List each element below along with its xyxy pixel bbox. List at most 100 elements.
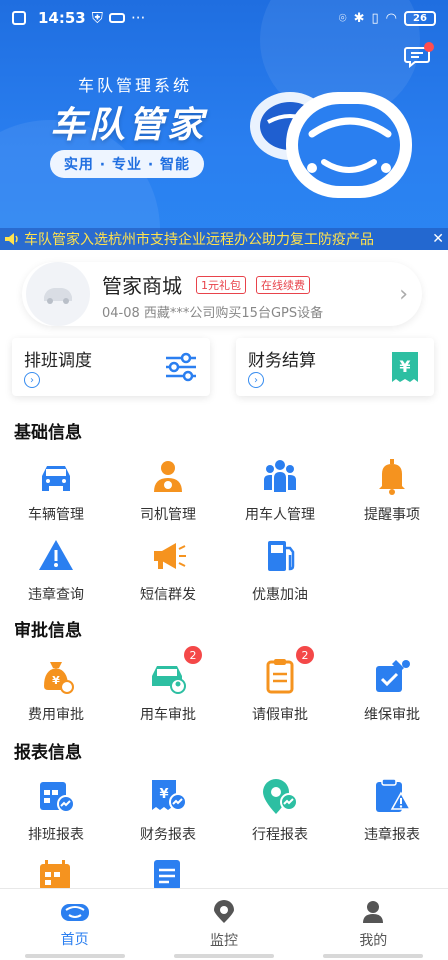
badge-count: 2 bbox=[184, 646, 202, 664]
grid-item-driver[interactable]: 司机管理 bbox=[112, 456, 224, 524]
section-title-basic: 基础信息 bbox=[14, 423, 82, 443]
grid-label: 司机管理 bbox=[140, 507, 196, 523]
nav-label: 我的 bbox=[359, 932, 388, 949]
money-bag-icon: ¥ bbox=[44, 662, 74, 694]
bluetooth-icon: ✱ bbox=[353, 10, 365, 26]
sliders-icon bbox=[166, 352, 196, 382]
grid-item-schedule-report[interactable]: 排班报表 bbox=[0, 776, 112, 844]
document-icon[interactable] bbox=[148, 858, 188, 888]
location-icon: ⌾ bbox=[338, 10, 347, 26]
car-mascot-logo bbox=[250, 92, 412, 198]
finance-card[interactable]: 财务结算 › ¥ bbox=[236, 338, 434, 396]
clipboard-warning-icon bbox=[376, 778, 412, 812]
finance-label: 财务结算 bbox=[248, 351, 316, 371]
dispatch-card[interactable]: 排班调度 › bbox=[12, 338, 210, 396]
car-approval-icon-wrap: 2 bbox=[148, 646, 202, 696]
badge-count: 2 bbox=[296, 646, 314, 664]
battery-icon: 26 bbox=[404, 10, 436, 26]
grid-label: 违章报表 bbox=[364, 827, 420, 843]
wifi-icon: ◠ bbox=[385, 10, 397, 26]
more-icon: ··· bbox=[131, 9, 146, 27]
gesture-bar bbox=[0, 954, 448, 960]
grid-label: 用车审批 bbox=[140, 707, 196, 723]
car-icon bbox=[44, 288, 72, 304]
warning-icon bbox=[39, 540, 73, 570]
close-icon[interactable]: ✕ bbox=[432, 231, 444, 247]
grid-label: 违章查询 bbox=[28, 587, 84, 603]
clipboard-icon bbox=[266, 659, 294, 694]
grid-item-sms[interactable]: 短信群发 bbox=[112, 536, 224, 604]
slogan-badge: 实用 · 专业 · 智能 bbox=[50, 150, 204, 178]
arrow-right-icon: › bbox=[24, 372, 40, 388]
receipt-yuan-icon: ¥ bbox=[392, 352, 418, 382]
message-dot bbox=[424, 42, 434, 52]
grid-item-expense-approval[interactable]: ¥ 费用审批 bbox=[0, 656, 112, 724]
status-bar: 14:53 ⛨ ··· ⌾ ✱ ▯ ◠ 26 bbox=[0, 0, 448, 36]
nav-label: 监控 bbox=[209, 932, 238, 949]
dispatch-label: 排班调度 bbox=[24, 351, 92, 371]
app-title: 车队管家 bbox=[50, 105, 207, 146]
people-icon bbox=[264, 460, 296, 492]
grid-item-leave-approval[interactable]: 2 请假审批 bbox=[224, 646, 336, 724]
grid-item-violation[interactable]: 违章查询 bbox=[0, 536, 112, 604]
car-face-icon bbox=[60, 903, 89, 921]
app-subtitle: 车队管理系统 bbox=[78, 76, 193, 95]
leave-approval-icon-wrap: 2 bbox=[260, 646, 314, 696]
nav-home[interactable]: 首页 bbox=[0, 889, 149, 960]
mall-card[interactable]: 管家商城 1元礼包 在线续费 04-08 西藏***公司购买15台GPS设备 › bbox=[22, 262, 422, 326]
grid-item-violation-report[interactable]: 违章报表 bbox=[336, 776, 448, 844]
status-time: 14:53 bbox=[38, 9, 86, 27]
nav-monitor[interactable]: 监控 bbox=[149, 889, 298, 960]
car-icon bbox=[42, 466, 70, 491]
grid-item-reminder[interactable]: 提醒事项 bbox=[336, 456, 448, 524]
megaphone-icon bbox=[154, 543, 186, 569]
grid-label: 请假审批 bbox=[252, 707, 308, 723]
user-icon bbox=[363, 900, 384, 923]
announcement-ticker[interactable]: 车队管家入选杭州市支持企业远程办公助力复工防疫产品 ✕ bbox=[0, 228, 448, 250]
ticker-text: 车队管家入选杭州市支持企业远程办公助力复工防疫产品 bbox=[24, 232, 374, 248]
mall-thumbnail bbox=[26, 262, 90, 326]
section-title-approval: 审批信息 bbox=[14, 621, 82, 641]
speaker-icon bbox=[5, 233, 18, 245]
grid-label: 优惠加油 bbox=[252, 587, 308, 603]
bell-icon bbox=[379, 459, 405, 495]
grid-item-finance-report[interactable]: ¥ 财务报表 bbox=[112, 776, 224, 844]
fuel-pump-icon bbox=[268, 541, 295, 571]
grid-item-car-approval[interactable]: 2 用车审批 bbox=[112, 646, 224, 724]
gift-tag: 1元礼包 bbox=[196, 276, 246, 294]
wrench-check-icon bbox=[376, 660, 410, 692]
mall-title: 管家商城 bbox=[102, 274, 182, 298]
renew-tag: 在线续费 bbox=[256, 276, 310, 294]
grid-item-vehicle[interactable]: 车辆管理 bbox=[0, 456, 112, 524]
grid-label: 车辆管理 bbox=[28, 507, 84, 523]
svg-text:¥: ¥ bbox=[159, 787, 168, 802]
grid-item-passenger[interactable]: 用车人管理 bbox=[224, 456, 336, 524]
nav-label: 首页 bbox=[60, 931, 89, 948]
map-pin-chart-icon bbox=[263, 779, 298, 814]
grid-label: 短信群发 bbox=[140, 587, 196, 603]
bottom-navigation: 首页 监控 我的 bbox=[0, 888, 448, 960]
grid-item-fuel[interactable]: 优惠加油 bbox=[224, 536, 336, 604]
grid-label: 排班报表 bbox=[28, 827, 84, 843]
nav-mine[interactable]: 我的 bbox=[299, 889, 448, 960]
svg-text:¥: ¥ bbox=[52, 674, 60, 687]
grid-label: 提醒事项 bbox=[364, 507, 420, 523]
hero-banner[interactable]: 14:53 ⛨ ··· ⌾ ✱ ▯ ◠ 26 车队管理系统 车队管家 实用 · … bbox=[0, 0, 448, 250]
shield-icon: ⛨ bbox=[91, 9, 104, 27]
grid-label: 财务报表 bbox=[140, 827, 196, 843]
grid-item-trip-report[interactable]: 行程报表 bbox=[224, 776, 336, 844]
receipt-chart-icon: ¥ bbox=[152, 780, 187, 811]
calendar-icon[interactable] bbox=[36, 858, 76, 888]
grid-label: 行程报表 bbox=[252, 827, 308, 843]
grid-label: 用车人管理 bbox=[245, 507, 315, 523]
sim-icon bbox=[12, 11, 26, 25]
arrow-right-icon: › bbox=[248, 372, 264, 388]
section-title-reports: 报表信息 bbox=[14, 743, 82, 763]
grid-item-maintenance-approval[interactable]: 维保审批 bbox=[336, 656, 448, 724]
car-user-icon bbox=[152, 666, 186, 694]
svg-text:¥: ¥ bbox=[399, 357, 410, 376]
calendar-chart-icon bbox=[40, 782, 75, 813]
vibrate-icon: ▯ bbox=[371, 10, 379, 26]
chevron-right-icon: › bbox=[399, 282, 408, 307]
grid-label: 维保审批 bbox=[364, 707, 420, 723]
